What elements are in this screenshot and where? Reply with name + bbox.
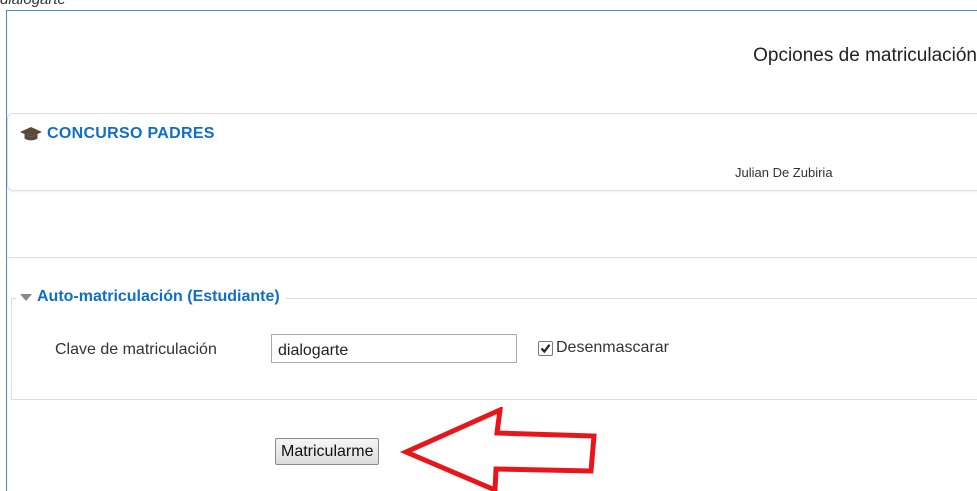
page-title: Opciones de matriculación [753, 45, 977, 66]
course-name: CONCURSO PADRES [47, 125, 215, 142]
top-caption: dialogarte [0, 0, 66, 8]
unmask-checkbox[interactable] [538, 340, 553, 356]
unmask-label: Desenmascarar [556, 339, 669, 356]
course-link[interactable]: CONCURSO PADRES [20, 125, 215, 143]
screenshot-stage: dialogarte Opciones de matriculación CON… [0, 0, 977, 491]
graduation-cap-icon [20, 127, 42, 141]
enrol-legend-toggle[interactable]: Auto-matriculación (Estudiante) [16, 288, 286, 306]
enrol-me-button[interactable]: Matricularme [275, 438, 380, 465]
course-box: CONCURSO PADRES Julian De Zubiria [7, 113, 977, 191]
enrol-legend-label: Auto-matriculación (Estudiante) [37, 288, 280, 305]
teacher-name[interactable]: Julian De Zubiria [735, 165, 833, 180]
red-arrow-annotation [399, 407, 597, 491]
section-divider [7, 257, 977, 258]
enrol-key-label: Clave de matriculación [55, 341, 217, 358]
unmask-toggle[interactable]: Desenmascarar [538, 339, 669, 357]
enrol-key-input[interactable] [271, 334, 517, 363]
collapse-triangle-icon [20, 293, 32, 301]
